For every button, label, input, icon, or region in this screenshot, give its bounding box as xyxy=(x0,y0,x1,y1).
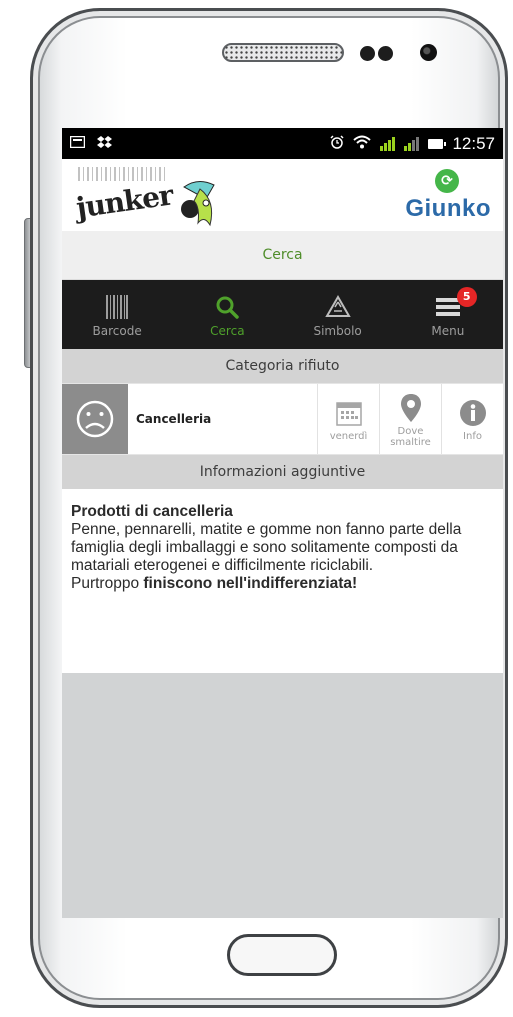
phone-sensor xyxy=(360,46,375,61)
tab-label: Simbolo xyxy=(313,323,362,338)
tab-menu[interactable]: 5 Menu xyxy=(393,280,503,349)
calendar-icon xyxy=(335,396,362,430)
tab-label: Barcode xyxy=(92,323,142,338)
app-screen: 12:57 junker ⟳ Giunko Cerca Barcode Cerc… xyxy=(62,128,503,918)
closing-bold: finiscono nell'indifferenziata! xyxy=(143,575,358,592)
junker-logo: junker xyxy=(68,165,238,229)
tab-barcode[interactable]: Barcode xyxy=(62,280,172,349)
phone-sensor xyxy=(378,46,393,61)
extra-info-title: Prodotti di cancelleria xyxy=(71,503,233,520)
recycle-warning-icon xyxy=(324,292,351,322)
extra-info-text: Penne, pennarelli, matite e gomme non fa… xyxy=(71,521,462,574)
where-dispose-button[interactable]: Dove smaltire xyxy=(379,384,441,454)
category-heading: Categoria rifiuto xyxy=(62,349,503,383)
tab-label: Cerca xyxy=(210,323,245,338)
signal-icon xyxy=(380,136,396,151)
info-icon xyxy=(459,396,487,430)
battery-icon xyxy=(428,138,447,149)
brand-bar: junker ⟳ Giunko xyxy=(62,159,503,231)
junker-logo-text: junker xyxy=(74,178,175,225)
tab-label: Menu xyxy=(431,323,465,338)
home-button[interactable] xyxy=(227,934,337,976)
tab-bar: Barcode Cerca Simbolo 5 Menu xyxy=(62,280,503,349)
mail-icon xyxy=(69,135,86,152)
location-pin-icon xyxy=(400,391,422,425)
status-bar: 12:57 xyxy=(62,128,503,159)
category-name: Cancelleria xyxy=(136,412,212,426)
info-button[interactable]: Info xyxy=(441,384,503,454)
pickup-day-label: venerdì xyxy=(329,431,368,442)
where-dispose-label: Dove smaltire xyxy=(390,425,431,448)
front-camera xyxy=(420,44,437,61)
phone-speaker xyxy=(222,43,344,62)
barcode-decoration xyxy=(78,167,168,181)
extra-info-body: Prodotti di cancelleria Penne, pennarell… xyxy=(62,489,503,673)
category-row: Cancelleria venerdì Dove smaltire Info xyxy=(62,383,503,455)
sad-face-icon xyxy=(62,384,128,454)
giunko-logo-text: Giunko xyxy=(405,195,491,222)
alarm-icon xyxy=(330,135,344,152)
signal-icon xyxy=(404,136,420,151)
status-time: 12:57 xyxy=(452,133,495,153)
mascot-icon xyxy=(181,181,215,227)
closing-prefix: Purtroppo xyxy=(71,575,144,592)
wifi-icon xyxy=(353,135,372,152)
search-icon xyxy=(215,292,240,322)
dropbox-icon xyxy=(97,135,112,152)
extra-info-heading: Informazioni aggiuntive xyxy=(62,455,503,489)
notification-badge: 5 xyxy=(456,287,477,307)
pickup-day-button[interactable]: venerdì xyxy=(317,384,379,454)
giunko-recycle-icon: ⟳ xyxy=(435,169,459,193)
extra-info-closing: Purtroppo finiscono nell'indifferenziata… xyxy=(71,575,494,593)
giunko-logo: ⟳ Giunko xyxy=(403,169,493,225)
tab-simbolo[interactable]: Simbolo xyxy=(283,280,393,349)
tab-cerca[interactable]: Cerca xyxy=(172,280,282,349)
info-label: Info xyxy=(463,431,482,442)
barcode-icon xyxy=(106,292,129,322)
page-title: Cerca xyxy=(62,231,503,280)
